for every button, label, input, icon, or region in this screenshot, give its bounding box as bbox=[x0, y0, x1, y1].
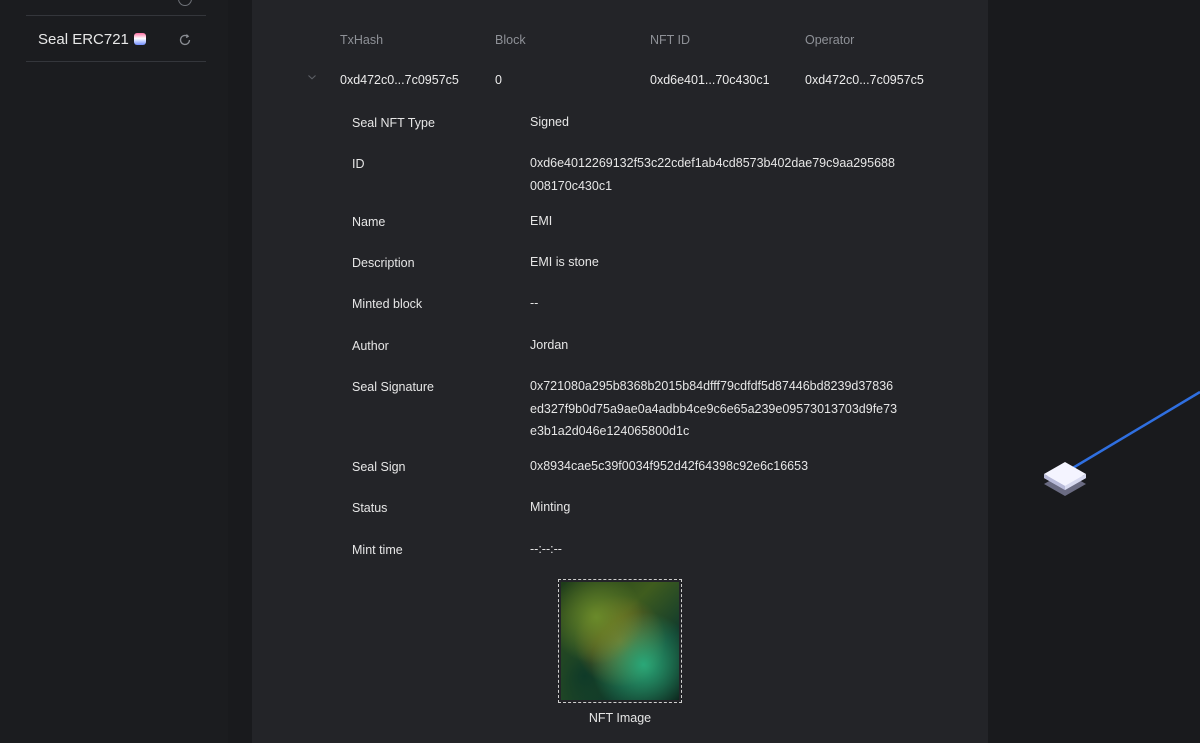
transaction-panel: TxHash Block NFT ID Operator 0xd472c0...… bbox=[252, 0, 988, 743]
seal-nft-type-value: Signed bbox=[530, 115, 569, 129]
txhash-cell[interactable]: 0xd472c0...7c0957c5 bbox=[340, 73, 459, 87]
node-stack-icon bbox=[1044, 462, 1086, 496]
contract-badge-icon bbox=[134, 33, 146, 45]
nft-image-frame[interactable] bbox=[558, 579, 682, 703]
chevron-down-icon[interactable] bbox=[307, 72, 317, 82]
seal-signature-line: 0x721080a295b8368b2015b84dfff79cdfdf5d87… bbox=[530, 379, 894, 393]
minted-block-value: -- bbox=[530, 296, 539, 310]
id-value: 0xd6e4012269132f53c22cdef1ab4cd8573b402d… bbox=[530, 152, 895, 197]
refresh-icon[interactable] bbox=[178, 33, 192, 47]
sidebar-item-label: Seal ERC721 bbox=[38, 31, 129, 48]
id-label: ID bbox=[352, 157, 365, 171]
nft-id-cell[interactable]: 0xd6e401...70c430c1 bbox=[650, 73, 770, 87]
seal-signature-line: ed327f9b0d75a9ae0a4adbb4ce9c6e65a239e095… bbox=[530, 401, 898, 416]
network-graph-area bbox=[988, 0, 1200, 743]
mint-time-value: --:--:-- bbox=[530, 542, 562, 556]
sidebar-item-seal-erc721[interactable]: Seal ERC721 bbox=[26, 16, 206, 62]
nft-image-caption: NFT Image bbox=[588, 711, 652, 725]
status-label: Status bbox=[352, 501, 388, 515]
column-header-operator: Operator bbox=[805, 33, 855, 47]
nft-image bbox=[561, 582, 679, 700]
column-header-block: Block bbox=[495, 33, 526, 47]
minted-block-label: Minted block bbox=[352, 297, 423, 311]
seal-sign-label: Seal Sign bbox=[352, 460, 406, 474]
operator-cell[interactable]: 0xd472c0...7c0957c5 bbox=[805, 73, 924, 87]
seal-nft-type-label: Seal NFT Type bbox=[352, 116, 435, 130]
name-value: EMI bbox=[530, 214, 553, 228]
id-value-line: 008170c430c1 bbox=[530, 178, 613, 193]
name-label: Name bbox=[352, 215, 386, 229]
refresh-icon[interactable] bbox=[178, 0, 192, 6]
column-header-txhash: TxHash bbox=[340, 33, 384, 47]
id-value-line: 0xd6e4012269132f53c22cdef1ab4cd8573b402d… bbox=[530, 156, 895, 170]
description-label: Description bbox=[352, 256, 415, 270]
seal-sign-value: 0x8934cae5c39f0034f952d42f64398c92e6c166… bbox=[530, 459, 809, 473]
mint-time-label: Mint time bbox=[352, 543, 403, 557]
status-value: Minting bbox=[530, 500, 571, 514]
seal-signature-value: 0x721080a295b8368b2015b84dfff79cdfdf5d87… bbox=[530, 375, 897, 443]
block-cell: 0 bbox=[495, 73, 502, 87]
author-label: Author bbox=[352, 339, 389, 353]
seal-signature-label: Seal Signature bbox=[352, 380, 435, 394]
seal-signature-line: e3b1a2d046e124065800d1c bbox=[530, 424, 690, 438]
author-value: Jordan bbox=[530, 338, 569, 352]
network-graph bbox=[1044, 390, 1200, 496]
sidebar: Seal ERC721 bbox=[0, 0, 228, 743]
column-header-nft-id: NFT ID bbox=[650, 33, 691, 47]
description-value: EMI is stone bbox=[530, 255, 599, 269]
connector-line bbox=[1065, 390, 1200, 474]
